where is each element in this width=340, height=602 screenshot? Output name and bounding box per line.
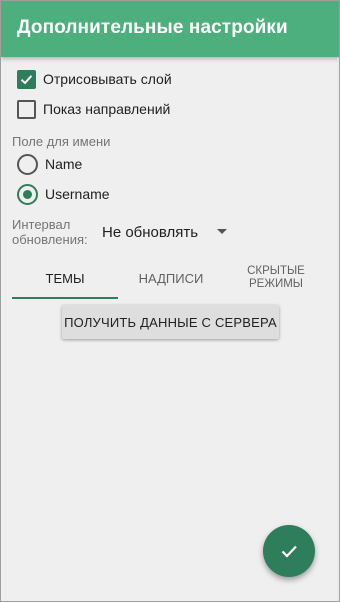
dropdown-arrow-icon — [217, 229, 227, 234]
checkmark-icon — [20, 74, 33, 84]
page-title: Дополнительные настройки — [17, 17, 288, 38]
radio-username-row[interactable]: Username — [17, 182, 110, 206]
radio-username[interactable] — [17, 183, 38, 205]
interval-value: Не обновлять — [102, 223, 199, 241]
draw-layer-checkbox-row[interactable]: Отрисовывать слой — [17, 67, 172, 91]
radio-name[interactable] — [17, 153, 38, 175]
radio-username-label: Username — [45, 186, 110, 202]
name-field-label: Поле для имени — [12, 134, 111, 149]
screen: Дополнительные настройки Отрисовывать сл… — [0, 0, 340, 602]
draw-layer-label: Отрисовывать слой — [43, 71, 172, 87]
tab-hidden-modes[interactable]: Скрытые режимы — [224, 257, 328, 299]
check-icon — [281, 545, 297, 558]
draw-layer-checkbox[interactable] — [17, 69, 36, 89]
radio-name-row[interactable]: Name — [17, 152, 82, 176]
radio-name-label: Name — [45, 156, 83, 172]
tab-themes[interactable]: Темы — [12, 257, 118, 299]
app-bar: Дополнительные настройки — [1, 1, 339, 57]
fetch-server-data-button[interactable]: ПОЛУЧИТЬ ДАННЫЕ С СЕРВЕРА — [62, 305, 279, 339]
show-directions-checkbox-row[interactable]: Показ направлений — [17, 97, 170, 121]
show-directions-checkbox[interactable] — [17, 99, 36, 119]
interval-spinner[interactable]: Не обновлять — [102, 220, 232, 244]
show-directions-label: Показ направлений — [43, 101, 171, 117]
tab-indicator — [12, 297, 118, 299]
tab-labels[interactable]: Надписи — [118, 257, 224, 299]
interval-label: Интервал обновления: — [12, 217, 88, 247]
tab-bar: Темы Надписи Скрытые режимы — [12, 257, 328, 299]
confirm-fab[interactable] — [263, 525, 315, 577]
